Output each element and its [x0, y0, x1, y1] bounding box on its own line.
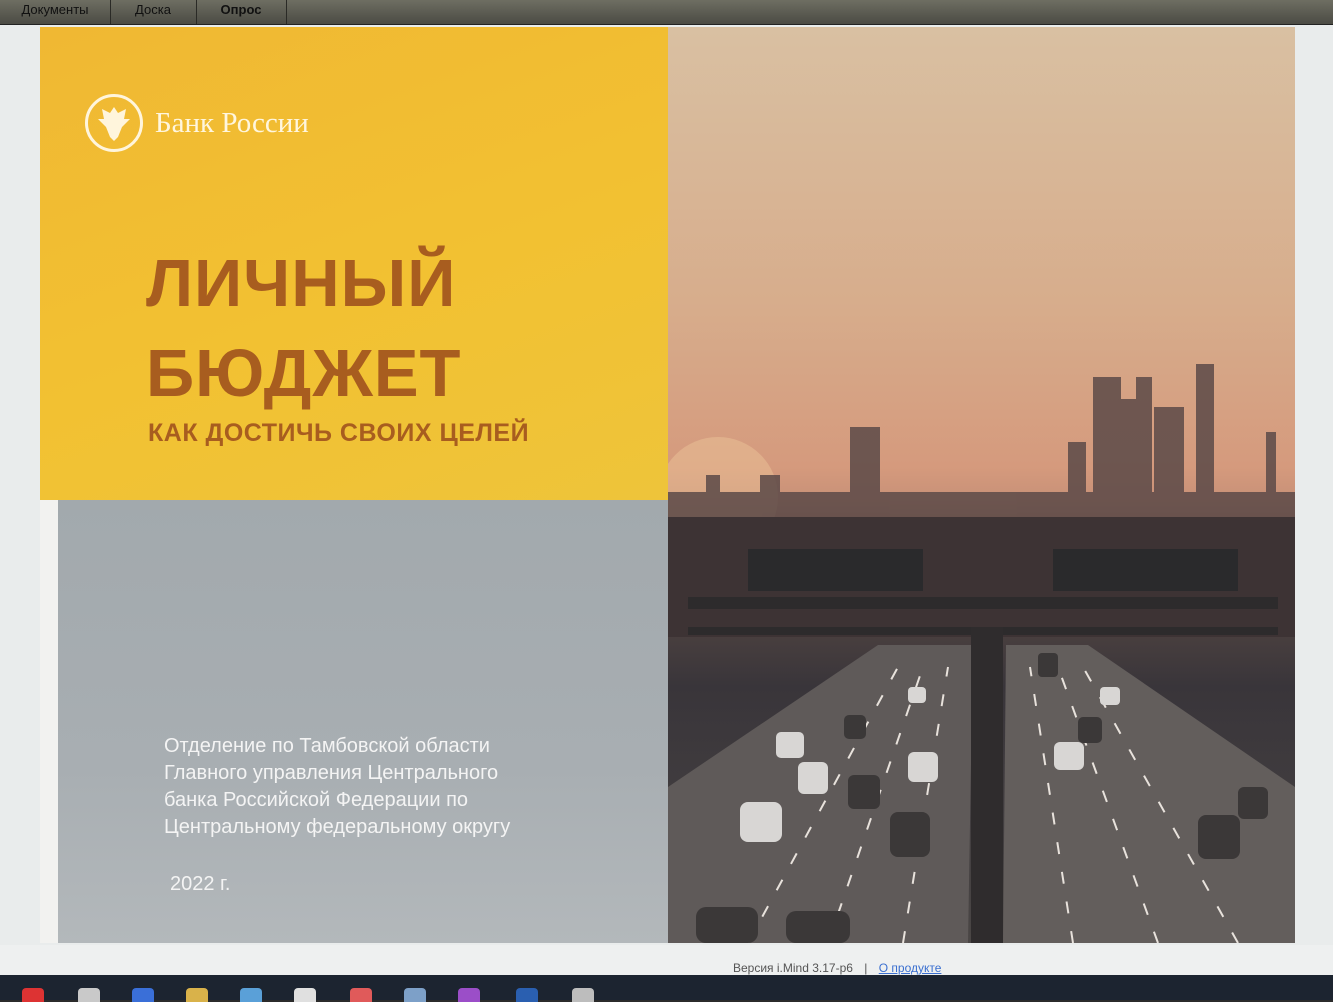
tab-poll[interactable]: Опрос [196, 0, 287, 24]
city-skyline-image [658, 364, 1295, 943]
org-line: Главного управления Центрального [164, 762, 499, 784]
tab-documents[interactable]: Документы [0, 0, 111, 24]
org-line: банка Российской Федерации по [164, 789, 469, 811]
org-line: Центральному федеральному округу [164, 816, 511, 838]
tab-board[interactable]: Доска [110, 0, 197, 24]
org-line: Отделение по Тамбовской области [164, 735, 490, 757]
top-toolbar: Документы Доска Опрос [0, 0, 1333, 25]
organization-name: Отделение по Тамбовской области Главного… [164, 733, 624, 841]
title-line-1: ЛИЧНЫЙ [146, 246, 457, 321]
slide-year: 2022 г. [170, 873, 231, 895]
version-label: Версия i.Mind 3.17-р6 [733, 961, 853, 975]
taskbar [0, 975, 1333, 1002]
status-bar: Версия i.Mind 3.17-р6 | О продукте [0, 945, 1333, 975]
bank-name: Банк России [155, 106, 309, 139]
title-line-2: БЮДЖЕТ [146, 336, 462, 411]
presentation-screen: Банк России ЛИЧНЫЙ БЮДЖЕТ КАК ДОСТИЧЬ СВ… [0, 25, 1333, 975]
slide-subtitle: КАК ДОСТИЧЬ СВОИХ ЦЕЛЕЙ [148, 419, 530, 447]
bank-logo: Банк России [85, 92, 309, 154]
presentation-slide: Банк России ЛИЧНЫЙ БЮДЖЕТ КАК ДОСТИЧЬ СВ… [40, 27, 1295, 943]
status-separator: | [864, 961, 868, 975]
info-panel [58, 500, 670, 943]
about-product-link[interactable]: О продукте [879, 961, 942, 975]
city-highway-photo [658, 27, 1295, 943]
eagle-emblem-icon [85, 94, 143, 152]
